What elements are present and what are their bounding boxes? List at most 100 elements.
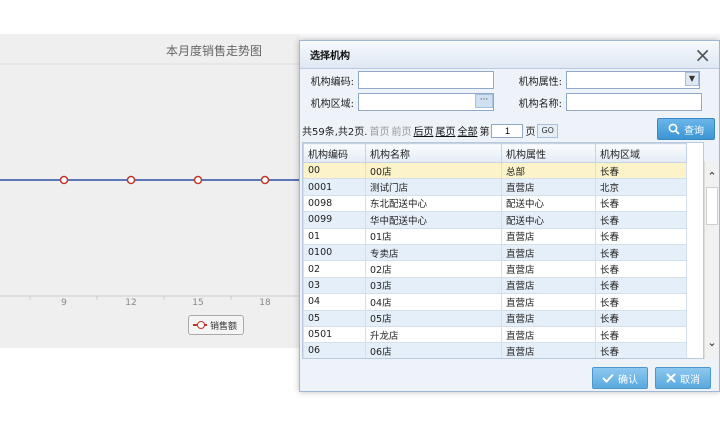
table-cell: 测试门店 — [365, 178, 502, 196]
scroll-thumb[interactable] — [706, 187, 718, 225]
table-cell: 02 — [303, 260, 366, 278]
table-cell: 03店 — [365, 276, 502, 295]
table-row[interactable]: 0098 东北配送中心 配送中心 长春 — [303, 194, 687, 213]
table-row[interactable]: 00 00店 总部 长春 — [303, 161, 687, 180]
org-code-row: 机构编码: — [300, 71, 494, 89]
table-cell: 直营店 — [501, 276, 596, 295]
table-cell: 04店 — [365, 293, 502, 311]
table-cell: 0099 — [303, 211, 366, 229]
table-cell: 直营店 — [501, 293, 596, 311]
pager-summary: 共59条,共2页. — [302, 127, 368, 138]
pager-last[interactable]: 尾页 — [435, 123, 455, 138]
table-cell: 06店 — [365, 342, 502, 358]
pager-page-prefix: 第 — [479, 127, 490, 138]
column-header[interactable]: 机构区域 — [595, 143, 687, 163]
close-icon[interactable]: × — [694, 45, 711, 65]
table-row[interactable]: 0099 华中配送中心 配送中心 长春 — [303, 211, 687, 229]
table-cell: 00店 — [365, 161, 502, 180]
table-cell: 05店 — [365, 309, 502, 327]
page-number-input[interactable] — [491, 123, 524, 138]
table-cell: 03 — [303, 276, 366, 295]
table-row[interactable]: 0001 测试门店 直营店 北京 — [303, 178, 687, 196]
table-cell: 长春 — [595, 194, 687, 213]
table-cell: 06 — [303, 342, 366, 358]
pager-first[interactable]: 首页 — [369, 123, 389, 138]
go-button[interactable]: GO — [537, 123, 558, 138]
search-button-label: 查询 — [684, 125, 704, 137]
region-picker-button[interactable]: ··· — [475, 94, 493, 108]
data-point — [260, 175, 270, 185]
x-tick-label: 9 — [61, 298, 67, 308]
org-name-label: 机构名称: — [518, 98, 562, 110]
table-row[interactable]: 01 01店 直营店 长春 — [303, 227, 687, 245]
table-cell: 01店 — [365, 227, 502, 245]
table-row[interactable]: 05 05店 直营店 长春 — [303, 309, 687, 327]
table-cell: 长春 — [595, 325, 687, 344]
pager-prev[interactable]: 前页 — [391, 123, 411, 138]
column-header[interactable]: 机构属性 — [501, 143, 596, 163]
table-cell: 长春 — [595, 227, 687, 245]
table-cell: 总部 — [501, 161, 596, 180]
table-cell: 北京 — [595, 178, 687, 196]
table-cell: 04 — [303, 293, 366, 311]
data-point — [59, 175, 69, 185]
table-cell: 0501 — [303, 325, 366, 344]
legend-line-marker-icon — [193, 320, 207, 330]
table-cell: 长春 — [595, 293, 687, 311]
table-cell: 直营店 — [501, 243, 596, 262]
line-chart: 9 12 15 18 — [0, 63, 300, 308]
org-name-row: 机构名称: — [508, 93, 702, 111]
column-header[interactable]: 机构名称 — [365, 143, 502, 163]
table-cell: 05 — [303, 309, 366, 327]
dialog-header: 选择机构 — [300, 41, 719, 69]
table-cell: 02店 — [365, 260, 502, 278]
column-header[interactable]: 机构编码 — [303, 143, 366, 163]
table-cell: 直营店 — [501, 309, 596, 327]
pager-next[interactable]: 后页 — [413, 123, 433, 138]
table-cell: 长春 — [595, 243, 687, 262]
table-row[interactable]: 03 03店 直营店 长春 — [303, 276, 687, 295]
table-row[interactable]: 0501 升龙店 直营店 长春 — [303, 325, 687, 344]
org-code-input[interactable] — [358, 71, 494, 89]
pager: 共59条,共2页. 首页 前页 后页 尾页 全部 第 页 GO — [302, 123, 558, 138]
table-cell: 升龙店 — [365, 325, 502, 344]
table-cell: 直营店 — [501, 227, 596, 245]
x-tick-label: 15 — [192, 298, 203, 308]
organization-table: 机构编码 机构名称 机构属性 机构区域 00 00店 总部 长春 0001 测试门店 直营店… — [302, 142, 704, 359]
table-cell: 配送中心 — [501, 211, 596, 229]
chevron-up-icon[interactable]: ⌃ — [705, 171, 719, 183]
table-cell: 直营店 — [501, 178, 596, 196]
confirm-button[interactable]: 确认 — [592, 367, 648, 389]
chevron-down-icon[interactable]: ▼ — [685, 72, 699, 86]
org-region-input[interactable] — [358, 93, 494, 111]
table-cell: 直营店 — [501, 342, 596, 358]
pager-page-suffix: 页 — [525, 127, 536, 138]
dialog-title: 选择机构 — [310, 51, 350, 62]
table-row[interactable]: 04 04店 直营店 长春 — [303, 293, 687, 311]
x-tick-label: 18 — [259, 298, 271, 308]
org-attribute-label: 机构属性: — [518, 76, 562, 88]
data-point — [126, 175, 136, 185]
org-region-row: 机构区域: ··· — [300, 93, 494, 111]
table-cell: 东北配送中心 — [365, 194, 502, 213]
org-code-label: 机构编码: — [310, 76, 354, 88]
search-button[interactable]: 查询 — [657, 118, 715, 140]
table-cell: 直营店 — [501, 325, 596, 344]
check-icon — [602, 373, 614, 383]
chart-legend-item[interactable]: 销售额 — [188, 315, 244, 335]
table-cell: 长春 — [595, 211, 687, 229]
org-name-input[interactable] — [566, 93, 702, 111]
table-row[interactable]: 06 06店 直营店 长春 — [303, 342, 687, 358]
pager-all[interactable]: 全部 — [457, 123, 477, 138]
org-attribute-select[interactable] — [566, 71, 700, 89]
table-cell: 直营店 — [501, 260, 596, 278]
table-scrollbar[interactable]: ⌃ ⌄ — [704, 161, 718, 359]
table-cell: 长春 — [595, 276, 687, 295]
table-row[interactable]: 02 02店 直营店 长春 — [303, 260, 687, 278]
table-row[interactable]: 0100 专卖店 直营店 长春 — [303, 243, 687, 262]
org-attribute-row: 机构属性: ▼ — [508, 71, 700, 89]
chevron-down-icon[interactable]: ⌄ — [705, 337, 719, 349]
org-region-label: 机构区域: — [310, 98, 354, 110]
cancel-button[interactable]: 取消 — [655, 367, 711, 389]
close-icon — [666, 373, 676, 383]
